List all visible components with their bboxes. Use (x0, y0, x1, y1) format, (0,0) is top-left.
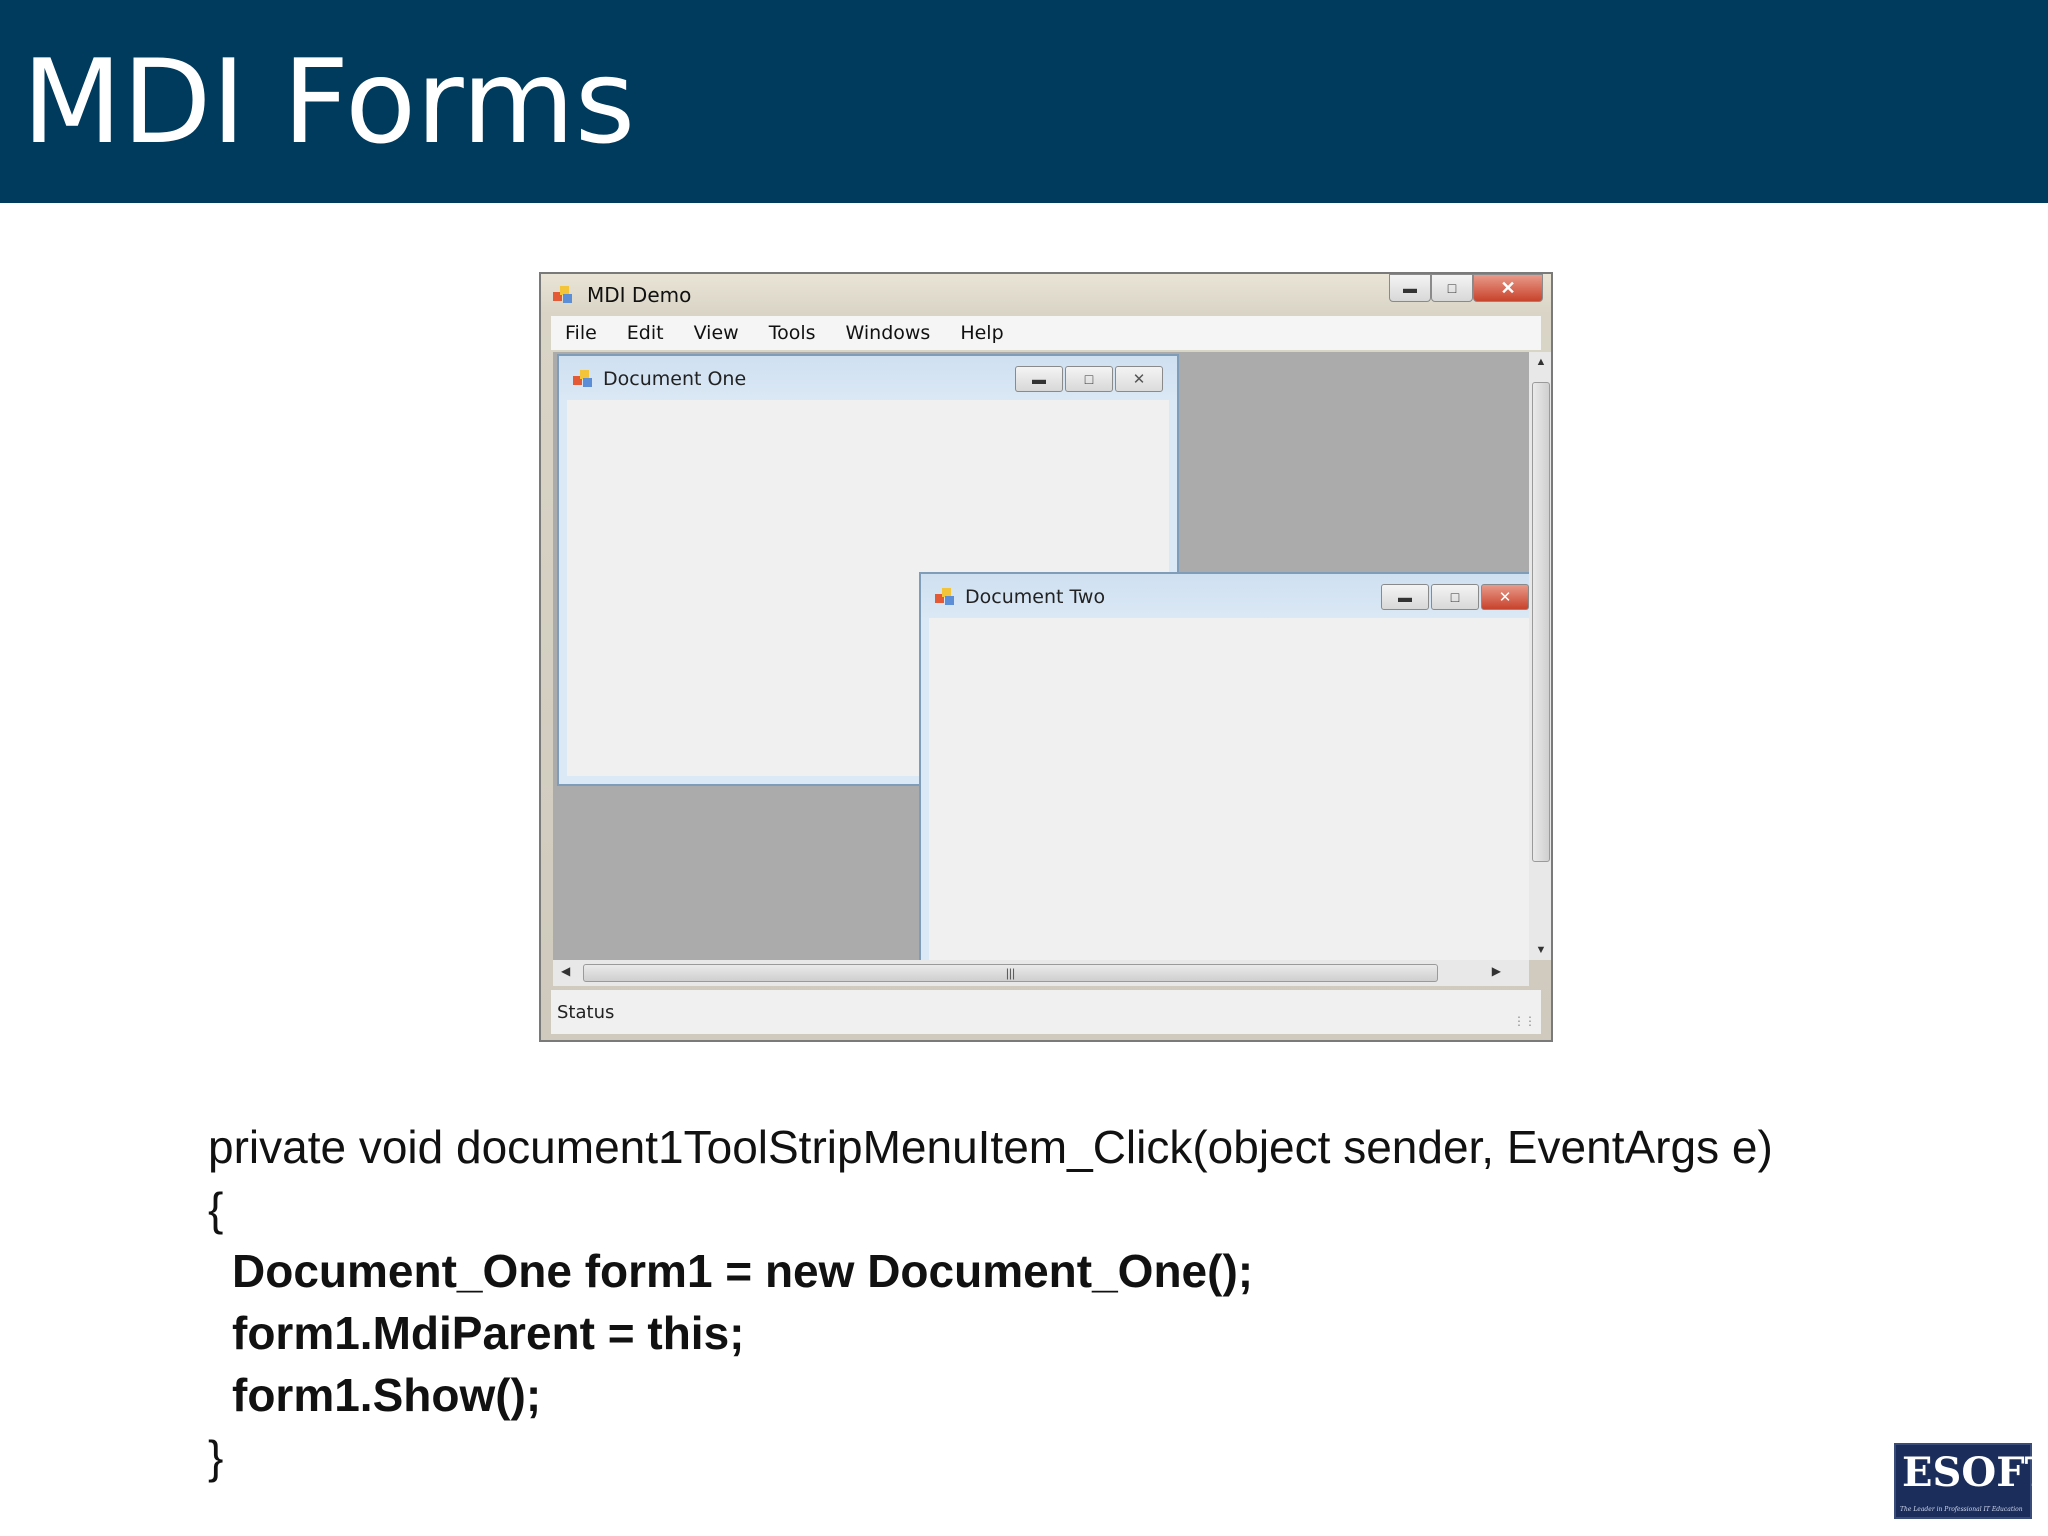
code-snippet: private void document1ToolStripMenuItem_… (208, 1116, 1773, 1488)
logo-tagline: The Leader in Professional IT Education (1900, 1506, 2023, 1513)
child-body (929, 618, 1529, 960)
close-icon[interactable]: ✕ (1481, 584, 1529, 610)
close-icon[interactable]: ✕ (1473, 274, 1543, 302)
scroll-right-icon[interactable]: ▶ (1492, 964, 1501, 978)
child-caption-buttons: ▬ □ ✕ (1015, 366, 1163, 392)
code-signature: private void document1ToolStripMenuItem_… (208, 1121, 1773, 1173)
menu-help[interactable]: Help (960, 322, 1003, 344)
mdi-client-area: Document One ▬ □ ✕ Document Two ▬ □ ✕ (553, 352, 1529, 960)
child-titlebar[interactable]: Document Two ▬ □ ✕ (921, 574, 1529, 618)
close-icon[interactable]: ✕ (1115, 366, 1163, 392)
child-window-document-two[interactable]: Document Two ▬ □ ✕ (919, 572, 1529, 960)
slide-header: MDI Forms (0, 0, 2048, 203)
status-text: Status (557, 1002, 615, 1023)
child-app-icon (573, 368, 593, 388)
status-bar: Status ⋮⋮ (551, 990, 1541, 1034)
code-line-3: form1.Show(); (232, 1369, 542, 1421)
child-titlebar[interactable]: Document One ▬ □ ✕ (559, 356, 1177, 400)
menu-tools[interactable]: Tools (769, 322, 816, 344)
code-open-brace: { (208, 1183, 224, 1235)
menu-windows[interactable]: Windows (846, 322, 931, 344)
logo-text: ESOFT (1902, 1449, 2048, 1496)
minimize-icon[interactable]: ▬ (1389, 274, 1431, 302)
scroll-down-icon[interactable]: ▼ (1529, 944, 1551, 956)
maximize-icon[interactable]: □ (1431, 584, 1479, 610)
window-title: MDI Demo (587, 283, 692, 307)
window-titlebar[interactable]: MDI Demo ▬ □ ✕ (541, 274, 1551, 314)
menu-bar: File Edit View Tools Windows Help (551, 316, 1541, 350)
minimize-icon[interactable]: ▬ (1381, 584, 1429, 610)
code-close-brace: } (208, 1431, 224, 1483)
horizontal-scroll-thumb[interactable]: ||| (583, 964, 1438, 982)
mdi-demo-window[interactable]: MDI Demo ▬ □ ✕ File Edit View Tools Wind… (539, 272, 1553, 1042)
child-caption-buttons: ▬ □ ✕ (1381, 584, 1529, 610)
esoft-logo: ESOFT The Leader in Professional IT Educ… (1894, 1443, 2048, 1519)
code-line-1: Document_One form1 = new Document_One(); (232, 1245, 1254, 1297)
menu-file[interactable]: File (565, 322, 597, 344)
menu-edit[interactable]: Edit (627, 322, 664, 344)
scroll-left-icon[interactable]: ◀ (561, 964, 570, 978)
menu-view[interactable]: View (694, 322, 739, 344)
vertical-scrollbar[interactable]: ▲ ▼ (1529, 352, 1551, 960)
child-title: Document One (603, 368, 747, 390)
vertical-scroll-thumb[interactable] (1532, 382, 1550, 862)
resize-grip-icon[interactable]: ⋮⋮ (1513, 1014, 1536, 1028)
child-title: Document Two (965, 586, 1106, 608)
slide-title: MDI Forms (22, 35, 636, 170)
window-caption-buttons: ▬ □ ✕ (1389, 274, 1543, 304)
horizontal-scrollbar[interactable]: ◀ ||| ▶ (553, 960, 1529, 986)
maximize-icon[interactable]: □ (1431, 274, 1473, 302)
minimize-icon[interactable]: ▬ (1015, 366, 1063, 392)
app-icon (553, 284, 573, 304)
child-app-icon (935, 586, 955, 606)
scroll-up-icon[interactable]: ▲ (1529, 356, 1551, 368)
code-line-2: form1.MdiParent = this; (232, 1307, 745, 1359)
maximize-icon[interactable]: □ (1065, 366, 1113, 392)
